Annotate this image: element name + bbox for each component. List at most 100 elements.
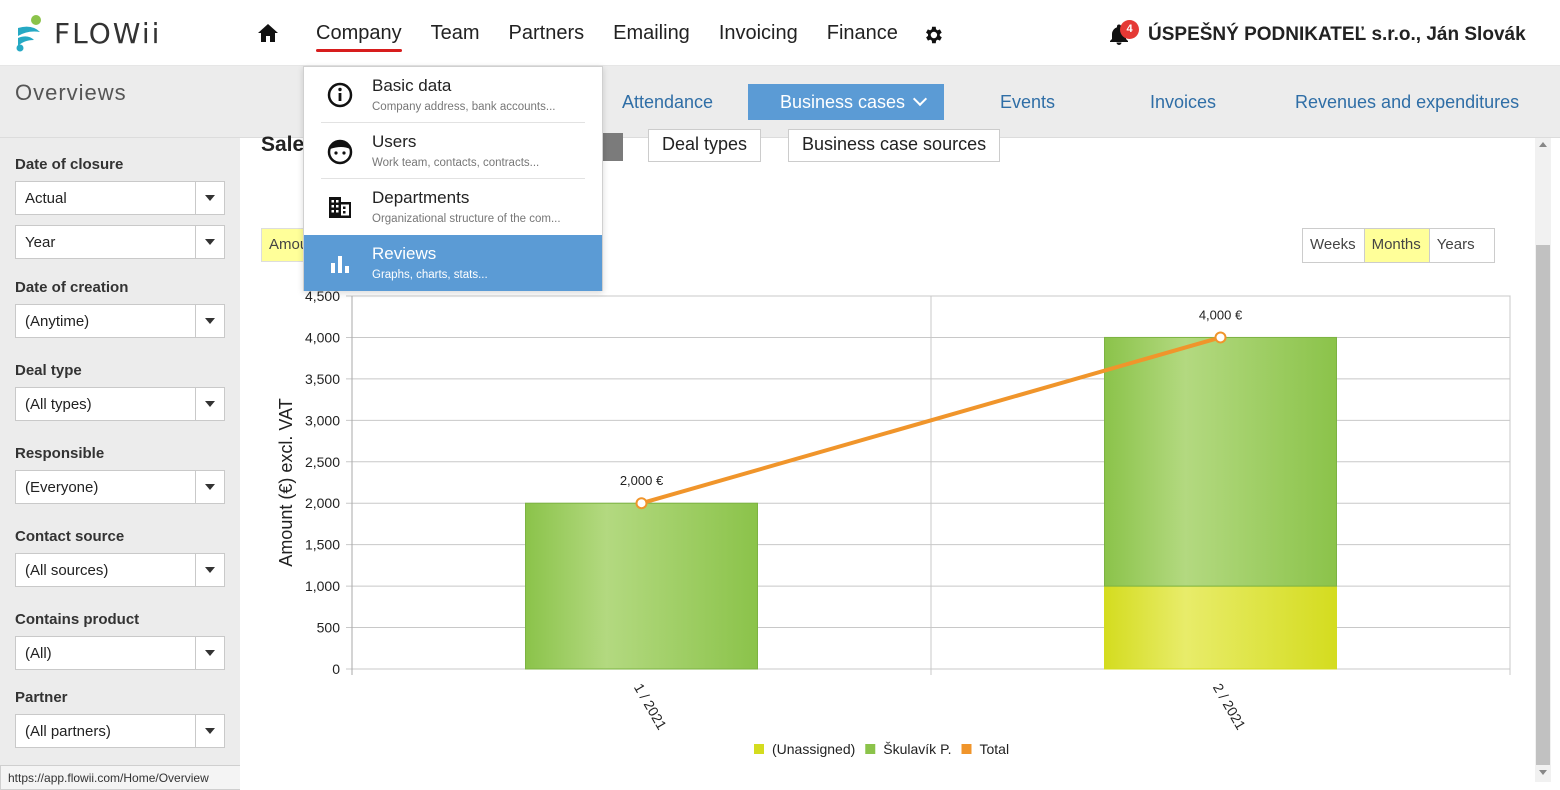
dropdown-arrow-icon[interactable] bbox=[195, 388, 224, 420]
nav-partners[interactable]: Partners bbox=[509, 22, 585, 45]
scroll-down-arrow-icon[interactable] bbox=[1539, 770, 1547, 775]
data-label: 2,000 € bbox=[620, 473, 664, 488]
data-label: 4,000 € bbox=[1199, 307, 1243, 322]
y-tick-label: 0 bbox=[332, 661, 340, 677]
chevron-down-icon bbox=[912, 91, 928, 107]
filter-label-date-of-closure: Date of closure bbox=[15, 156, 124, 173]
home-icon[interactable] bbox=[256, 22, 280, 44]
responsible-select[interactable]: (Everyone) bbox=[15, 470, 225, 504]
logo[interactable]: FLOWii bbox=[14, 12, 161, 54]
tab-attendance[interactable]: Attendance bbox=[622, 92, 713, 113]
bar-skulavik-1 bbox=[525, 502, 758, 670]
y-tick-label: 3,500 bbox=[305, 371, 340, 387]
dropdown-arrow-icon[interactable] bbox=[195, 715, 224, 747]
menu-item-title: Basic data bbox=[372, 76, 452, 95]
dropdown-arrow-icon[interactable] bbox=[195, 471, 224, 503]
building-icon bbox=[329, 197, 351, 218]
company-user-name[interactable]: ÚSPEŠNÝ PODNIKATEĽ s.r.o., Ján Slovák bbox=[1148, 24, 1526, 46]
menu-item-users[interactable]: Users Work team, contacts, contracts... bbox=[304, 123, 602, 179]
y-tick-label: 2,500 bbox=[305, 454, 340, 470]
nav-finance[interactable]: Finance bbox=[827, 22, 898, 45]
menu-item-title: Departments bbox=[372, 188, 470, 207]
dropdown-arrow-icon[interactable] bbox=[195, 305, 224, 337]
period-years[interactable]: Years bbox=[1430, 229, 1494, 262]
partner-select[interactable]: (All partners) bbox=[15, 714, 225, 748]
main-menu: Company Team Partners Emailing Invoicing… bbox=[316, 0, 927, 66]
amount-toggle-button[interactable]: Amou bbox=[261, 228, 307, 262]
business-case-sources-button[interactable]: Business case sources bbox=[788, 129, 1001, 162]
filter-label-contains-product: Contains product bbox=[15, 611, 140, 628]
deal-types-button[interactable]: Deal types bbox=[648, 129, 762, 162]
legend-label: Total bbox=[980, 741, 1010, 757]
menu-item-subtitle: Work team, contacts, contracts... bbox=[372, 157, 540, 169]
period-weeks[interactable]: Weeks bbox=[1303, 229, 1365, 262]
tab-events[interactable]: Events bbox=[1000, 92, 1055, 113]
gear-icon[interactable] bbox=[922, 24, 944, 46]
bar-skulavik-2 bbox=[1104, 336, 1337, 587]
x-tick-label: 1 / 2021 bbox=[631, 681, 670, 733]
contact-source-select[interactable]: (All sources) bbox=[15, 553, 225, 587]
scroll-up-arrow-icon[interactable] bbox=[1539, 142, 1547, 147]
date-of-closure-select[interactable]: Actual bbox=[15, 181, 225, 215]
nav-company[interactable]: Company bbox=[316, 22, 402, 52]
date-of-closure-period-select[interactable]: Year bbox=[15, 225, 225, 259]
legend-swatch bbox=[961, 744, 972, 754]
filter-label-deal-type: Deal type bbox=[15, 362, 82, 379]
menu-item-basic-data[interactable]: Basic data Company address, bank account… bbox=[304, 67, 602, 123]
nav-team[interactable]: Team bbox=[431, 22, 480, 45]
tab-business-cases-label: Business cases bbox=[780, 92, 906, 112]
filter-label-contact-source: Contact source bbox=[15, 528, 125, 545]
menu-item-departments[interactable]: Departments Organizational structure of … bbox=[304, 179, 602, 235]
logo-mark-icon bbox=[16, 15, 41, 52]
select-value: Actual bbox=[25, 190, 67, 207]
y-tick-label: 4,000 bbox=[305, 329, 340, 345]
menu-item-title: Reviews bbox=[372, 244, 437, 263]
y-tick-label: 3,000 bbox=[305, 412, 340, 428]
filter-label-partner: Partner bbox=[15, 689, 68, 706]
select-value: (All) bbox=[25, 645, 52, 662]
nav-invoicing[interactable]: Invoicing bbox=[719, 22, 798, 45]
dropdown-arrow-icon[interactable] bbox=[195, 637, 224, 669]
dropdown-arrow-icon[interactable] bbox=[195, 554, 224, 586]
filter-label-date-of-creation: Date of creation bbox=[15, 279, 129, 296]
dropdown-arrow-icon[interactable] bbox=[195, 226, 224, 258]
menu-item-subtitle: Graphs, charts, stats... bbox=[372, 269, 488, 281]
select-value: (All partners) bbox=[25, 723, 111, 740]
page-title: Overviews bbox=[15, 80, 127, 105]
y-axis-label: Amount (€) excl. VAT bbox=[276, 398, 296, 566]
scrollbar-thumb[interactable] bbox=[1536, 245, 1550, 765]
legend-swatch bbox=[865, 744, 876, 754]
y-tick-label: 1,000 bbox=[305, 578, 340, 594]
filter-sidebar: Date of closure Actual Year Date of crea… bbox=[0, 138, 240, 790]
tab-invoices[interactable]: Invoices bbox=[1150, 92, 1216, 113]
section-title: Sale bbox=[261, 133, 305, 156]
top-navigation-bar: FLOWii Company Team Partners Emailing In… bbox=[0, 0, 1560, 66]
period-switcher: Weeks Months Years bbox=[1302, 228, 1495, 263]
menu-item-reviews[interactable]: Reviews Graphs, charts, stats... bbox=[304, 235, 602, 291]
select-value: (Everyone) bbox=[25, 479, 99, 496]
bar-unassigned-2 bbox=[1104, 585, 1337, 670]
user-face-icon bbox=[327, 139, 353, 165]
period-months[interactable]: Months bbox=[1364, 229, 1430, 262]
tab-revenues-expenditures[interactable]: Revenues and expenditures bbox=[1295, 92, 1519, 113]
x-tick-label: 2 / 2021 bbox=[1210, 681, 1249, 733]
select-value: (All types) bbox=[25, 396, 92, 413]
total-point bbox=[635, 497, 648, 510]
info-icon bbox=[327, 82, 353, 108]
notification-badge[interactable]: 4 bbox=[1120, 20, 1139, 39]
select-value: Year bbox=[25, 234, 56, 251]
select-value: (Anytime) bbox=[25, 313, 90, 330]
filter-label-responsible: Responsible bbox=[15, 445, 105, 462]
dropdown-arrow-icon[interactable] bbox=[195, 182, 224, 214]
legend-label: (Unassigned) bbox=[772, 741, 855, 757]
date-of-creation-select[interactable]: (Anytime) bbox=[15, 304, 225, 338]
menu-item-subtitle: Organizational structure of the com... bbox=[372, 213, 561, 225]
y-tick-label: 500 bbox=[317, 620, 341, 636]
status-url-bar: https://app.flowii.com/Home/Overview bbox=[0, 765, 241, 790]
deal-type-select[interactable]: (All types) bbox=[15, 387, 225, 421]
overviews-bar: Overviews Attendance Business cases Even… bbox=[0, 66, 1560, 138]
tab-business-cases[interactable]: Business cases bbox=[748, 84, 944, 120]
nav-emailing[interactable]: Emailing bbox=[613, 22, 690, 45]
legend-swatch bbox=[754, 744, 764, 754]
contains-product-select[interactable]: (All) bbox=[15, 636, 225, 670]
